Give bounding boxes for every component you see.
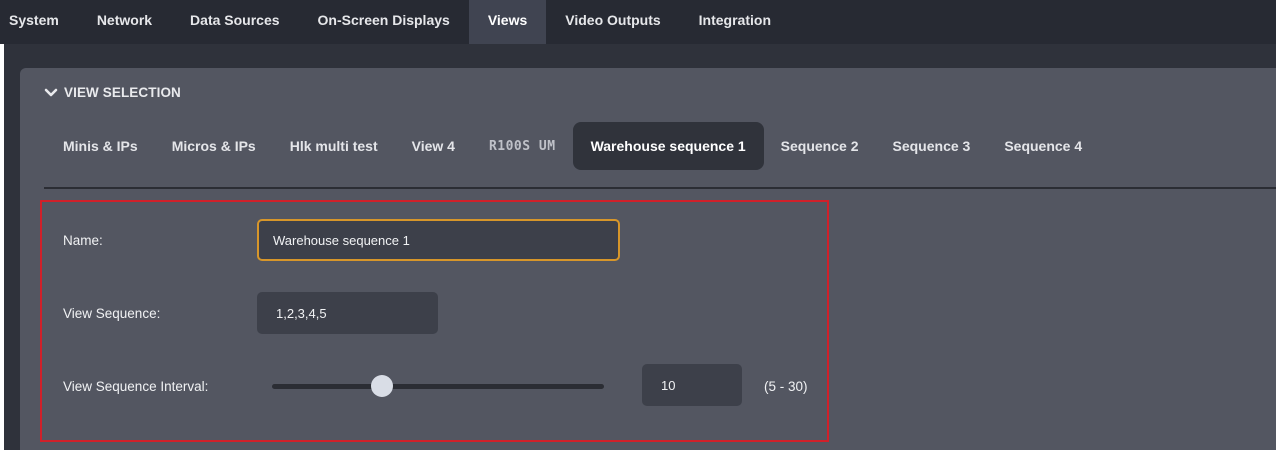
view-tab-view-4[interactable]: View 4 [395, 122, 472, 170]
view-selection-panel: VIEW SELECTION Minis & IPs Micros & IPs … [20, 68, 1276, 450]
name-label: Name: [63, 233, 103, 248]
view-tab-minis-ips[interactable]: Minis & IPs [46, 122, 155, 170]
tab-data-sources[interactable]: Data Sources [171, 0, 298, 44]
tab-video-outputs[interactable]: Video Outputs [546, 0, 679, 44]
tab-on-screen-displays[interactable]: On-Screen Displays [299, 0, 469, 44]
view-sequence-interval-label: View Sequence Interval: [63, 379, 209, 394]
view-tab-micros-ips[interactable]: Micros & IPs [155, 122, 273, 170]
view-selection-toggle[interactable]: VIEW SELECTION [44, 85, 181, 100]
view-tab-warehouse-sequence-1[interactable]: Warehouse sequence 1 [572, 122, 764, 170]
tab-network[interactable]: Network [78, 0, 171, 44]
chevron-down-icon [44, 88, 58, 96]
content-frame: VIEW SELECTION Minis & IPs Micros & IPs … [4, 44, 1276, 450]
interval-range-hint: (5 - 30) [764, 379, 808, 394]
tab-views[interactable]: Views [468, 0, 547, 44]
interval-value-input[interactable]: 10 [642, 364, 742, 406]
view-tab-sequence-2[interactable]: Sequence 2 [764, 122, 876, 170]
tabs-divider [44, 187, 1276, 189]
view-tab-sequence-3[interactable]: Sequence 3 [876, 122, 988, 170]
view-settings-form: Name: Warehouse sequence 1 View Sequence… [40, 200, 829, 442]
section-title: VIEW SELECTION [64, 85, 181, 100]
view-tab-hlk-multi-test[interactable]: Hlk multi test [273, 122, 395, 170]
settings-page: System Network Data Sources On-Screen Di… [0, 0, 1276, 456]
interval-slider-track[interactable] [272, 384, 604, 389]
top-navigation: System Network Data Sources On-Screen Di… [0, 0, 1276, 44]
view-tab-sequence-4[interactable]: Sequence 4 [987, 122, 1099, 170]
interval-slider-handle[interactable] [371, 375, 394, 397]
tab-integration[interactable]: Integration [680, 0, 790, 44]
view-tab-r100s-um[interactable]: R100S UM [472, 122, 573, 170]
view-sequence-input[interactable]: 1,2,3,4,5 [257, 292, 438, 334]
view-sequence-label: View Sequence: [63, 306, 161, 321]
tab-system[interactable]: System [0, 0, 78, 44]
view-tabs: Minis & IPs Micros & IPs Hlk multi test … [46, 122, 1099, 170]
name-input[interactable]: Warehouse sequence 1 [257, 219, 620, 261]
